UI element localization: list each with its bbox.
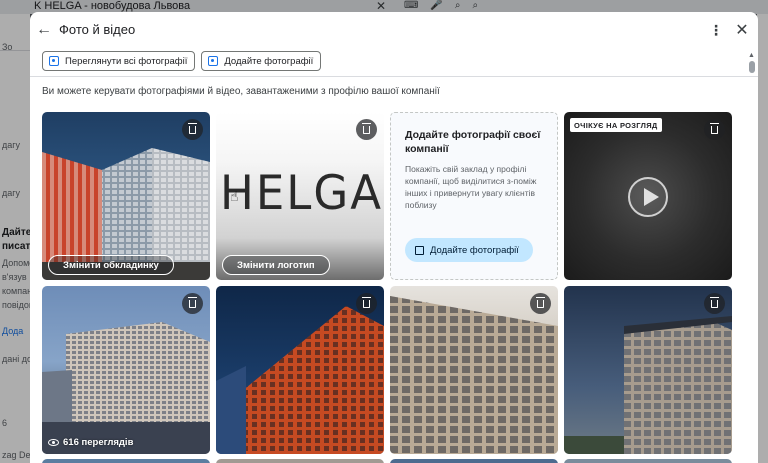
intro-text: Ви можете керувати фотографіями й відео,… [42,86,440,97]
photo-tile[interactable] [216,286,384,454]
mouse-cursor-icon: ☝ [230,188,239,204]
view-count: 616 переглядів [48,437,133,448]
view-all-photos-label: Переглянути всі фотографії [65,55,188,67]
photo-tile-peek[interactable] [390,459,558,463]
eye-icon [48,439,59,446]
photo-tile-peek[interactable] [42,459,210,463]
add-photos-card-button[interactable]: Додайте фотографії [405,238,533,262]
cover-photo-tile[interactable]: Змінити обкладинку [42,112,210,280]
trash-icon [187,296,197,308]
add-photos-card-button-label: Додайте фотографії [430,244,519,256]
arrow-back-icon: ← [36,21,52,38]
photo-tile[interactable] [564,286,732,454]
trash-icon [709,122,719,134]
add-photo-icon [208,56,219,66]
dialog-toolbar: Переглянути всі фотографії Додайте фотог… [42,51,322,71]
trash-icon [361,296,371,308]
delete-photo-button[interactable] [356,293,377,314]
add-photos-toolbar-label: Додайте фотографії [224,55,314,67]
more-options-button[interactable]: ⋮ [708,20,724,40]
add-photos-toolbar-button[interactable]: Додайте фотографії [201,51,322,71]
delete-photo-button[interactable] [530,293,551,314]
view-count-label: 616 переглядів [63,437,134,448]
scrollbar[interactable]: ▲ [747,52,757,463]
photo-tile[interactable]: 616 переглядів [42,286,210,454]
photo-tile-peek[interactable] [216,459,384,463]
delete-logo-button[interactable] [356,119,377,140]
trash-icon [187,122,197,134]
delete-photo-button[interactable] [182,293,203,314]
trash-icon [361,122,371,134]
add-photos-card-title: Додайте фотографії своєї компанії [405,129,541,155]
dialog-title: Фото й відео [59,22,136,37]
scroll-thumb[interactable] [749,61,755,73]
pending-review-badge: ОЧІКУЄ НА РОЗГЛЯД [570,118,662,132]
trash-icon [709,296,719,308]
more-vert-icon: ⋮ [709,21,723,38]
close-icon: ✕ [735,22,749,39]
photo-tile[interactable] [390,286,558,454]
photos-dialog: ← Фото й відео ⋮ ✕ Переглянути всі фотог… [30,12,758,463]
delete-photo-button[interactable] [704,293,725,314]
add-photos-card: Додайте фотографії своєї компанії Покажі… [390,112,558,280]
logo-tile[interactable]: HELGA ☝ Змінити логотип [216,112,384,280]
delete-video-button[interactable] [704,119,725,140]
scroll-up-icon[interactable]: ▲ [748,52,755,59]
delete-cover-button[interactable] [182,119,203,140]
trash-icon [535,296,545,308]
change-cover-button[interactable]: Змінити обкладинку [48,255,174,275]
back-button[interactable]: ← [34,20,54,40]
header-divider [30,76,758,77]
play-icon[interactable] [628,177,668,217]
view-all-photos-button[interactable]: Переглянути всі фотографії [42,51,196,71]
change-logo-button[interactable]: Змінити логотип [222,255,330,275]
photo-library-icon [49,56,59,66]
dialog-header: ← Фото й відео ⋮ ✕ [30,12,758,48]
add-photo-icon [415,245,424,255]
add-photos-card-description: Покажіть свій заклад у профілі компанії,… [405,164,537,210]
helga-logo: HELGA [220,164,383,221]
photo-tile-peek[interactable] [564,459,732,463]
video-tile[interactable]: ОЧІКУЄ НА РОЗГЛЯД [564,112,732,280]
close-button[interactable]: ✕ [732,20,752,40]
